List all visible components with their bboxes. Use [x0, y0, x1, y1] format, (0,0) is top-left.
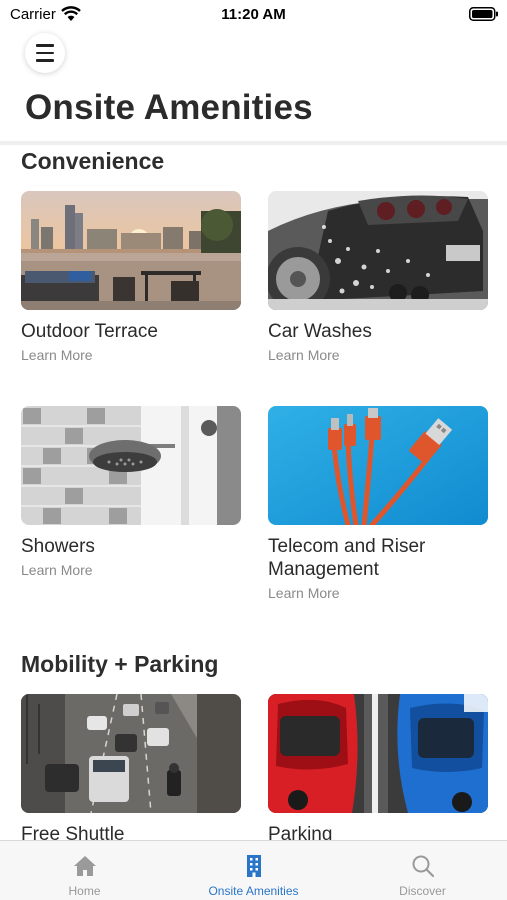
amenity-title: Car Washes	[268, 321, 372, 342]
tab-home[interactable]: Home	[0, 841, 169, 900]
learn-more-link[interactable]: Learn More	[268, 584, 488, 602]
tab-label: Discover	[399, 884, 446, 898]
amenity-card-free-shuttle[interactable]: Free Shuttle	[21, 694, 241, 840]
hamburger-icon	[36, 42, 54, 65]
section-title-convenience: Convenience	[21, 148, 165, 174]
amenity-card-car-washes[interactable]: Car Washes Learn More	[268, 191, 488, 364]
amenity-card-parking[interactable]: Parking	[268, 694, 488, 840]
tab-label: Home	[68, 884, 101, 898]
amenity-card-showers[interactable]: Showers Learn More	[21, 406, 241, 579]
tab-onsite-amenities[interactable]: Onsite Amenities	[169, 841, 338, 900]
parked-cars-photo	[268, 694, 488, 813]
menu-button[interactable]	[25, 33, 65, 73]
tab-label: Onsite Amenities	[208, 884, 299, 898]
learn-more-link[interactable]: Learn More	[21, 346, 241, 364]
status-bar: Carrier 11:20 AM	[0, 0, 507, 30]
battery-icon	[469, 7, 498, 21]
shower-photo	[21, 406, 241, 525]
amenity-card-outdoor-terrace[interactable]: Outdoor Terrace Learn More	[21, 191, 241, 364]
section-title-mobility-parking: Mobility + Parking	[21, 651, 219, 677]
building-icon	[246, 855, 261, 877]
status-time: 11:20 AM	[221, 6, 286, 23]
amenity-title: Outdoor Terrace	[21, 321, 158, 342]
terrace-photo	[21, 191, 241, 310]
traffic-photo	[21, 694, 241, 813]
amenity-title: Telecom and Riser Management	[268, 536, 426, 580]
car-wash-photo	[268, 191, 488, 310]
cables-photo	[268, 406, 488, 525]
search-icon	[412, 855, 434, 878]
tab-bar: Home Onsite Amenities Discover	[0, 840, 507, 900]
amenity-title: Showers	[21, 536, 95, 557]
amenities-scroll-view[interactable]: Convenience Outdoor Terrace Learn More C…	[0, 145, 507, 840]
amenity-title: Parking	[268, 824, 333, 840]
home-icon	[73, 856, 96, 876]
learn-more-link[interactable]: Learn More	[268, 346, 488, 364]
page-title: Onsite Amenities	[25, 88, 313, 127]
amenity-card-telecom-riser[interactable]: Telecom and Riser Management Learn More	[268, 406, 488, 602]
tab-discover[interactable]: Discover	[338, 841, 507, 900]
amenity-title: Free Shuttle	[21, 824, 125, 840]
learn-more-link[interactable]: Learn More	[21, 561, 241, 579]
